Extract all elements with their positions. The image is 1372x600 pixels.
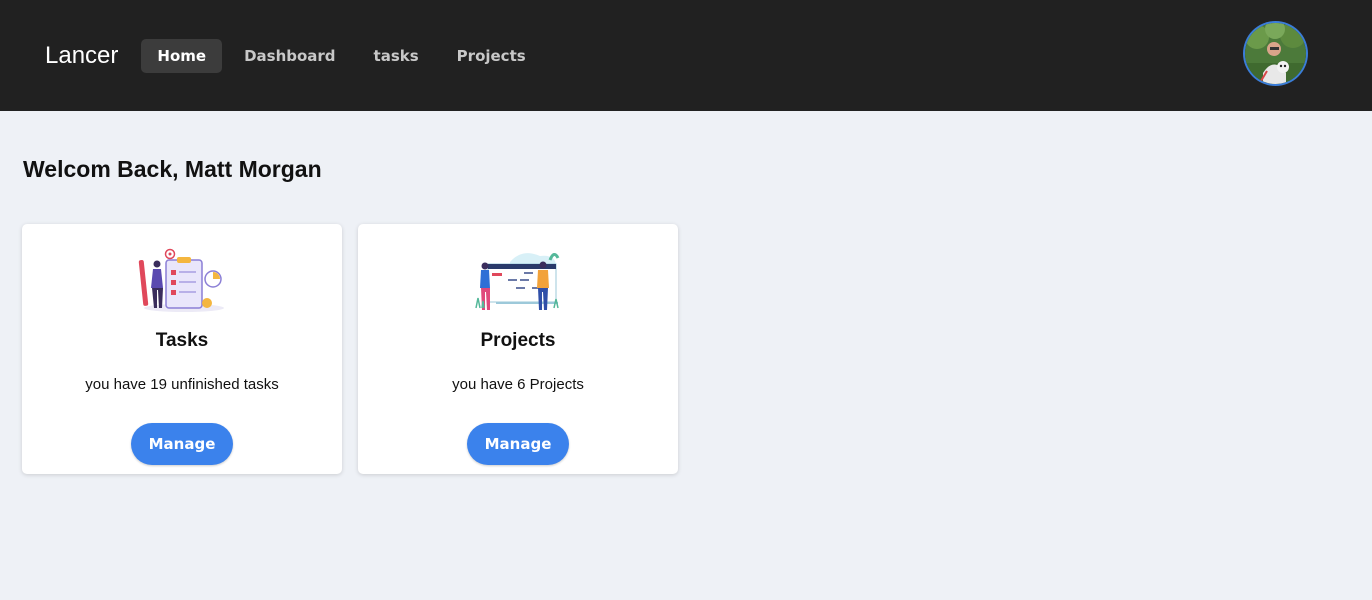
nav-tasks[interactable]: tasks xyxy=(358,39,435,73)
tasks-manage-button[interactable]: Manage xyxy=(131,423,233,465)
welcome-heading: Welcom Back, Matt Morgan xyxy=(23,156,322,182)
brand-logo[interactable]: Lancer xyxy=(45,42,118,70)
avatar-photo-icon xyxy=(1245,23,1306,84)
tasks-card-title: Tasks xyxy=(155,330,209,351)
projects-card-title: Projects xyxy=(480,330,556,351)
projects-manage-button[interactable]: Manage xyxy=(467,423,569,465)
nav-home[interactable]: Home xyxy=(141,38,223,73)
nav-dashboard[interactable]: Dashboard xyxy=(228,39,351,73)
projects-card-text: you have 6 Projects xyxy=(452,376,584,393)
nav-projects[interactable]: Projects xyxy=(441,39,542,73)
user-avatar[interactable] xyxy=(1245,23,1306,84)
tasks-card: Tasks you have 19 unfinished tasks Manag… xyxy=(22,224,342,474)
tasks-card-text: you have 19 unfinished tasks xyxy=(85,376,279,393)
tasks-checklist-illustration-icon xyxy=(138,248,224,312)
top-navbar: Lancer Home Dashboard tasks Projects xyxy=(0,0,1372,111)
projects-board-illustration-icon xyxy=(475,253,560,310)
projects-card: Projects you have 6 Projects Manage xyxy=(358,224,678,474)
